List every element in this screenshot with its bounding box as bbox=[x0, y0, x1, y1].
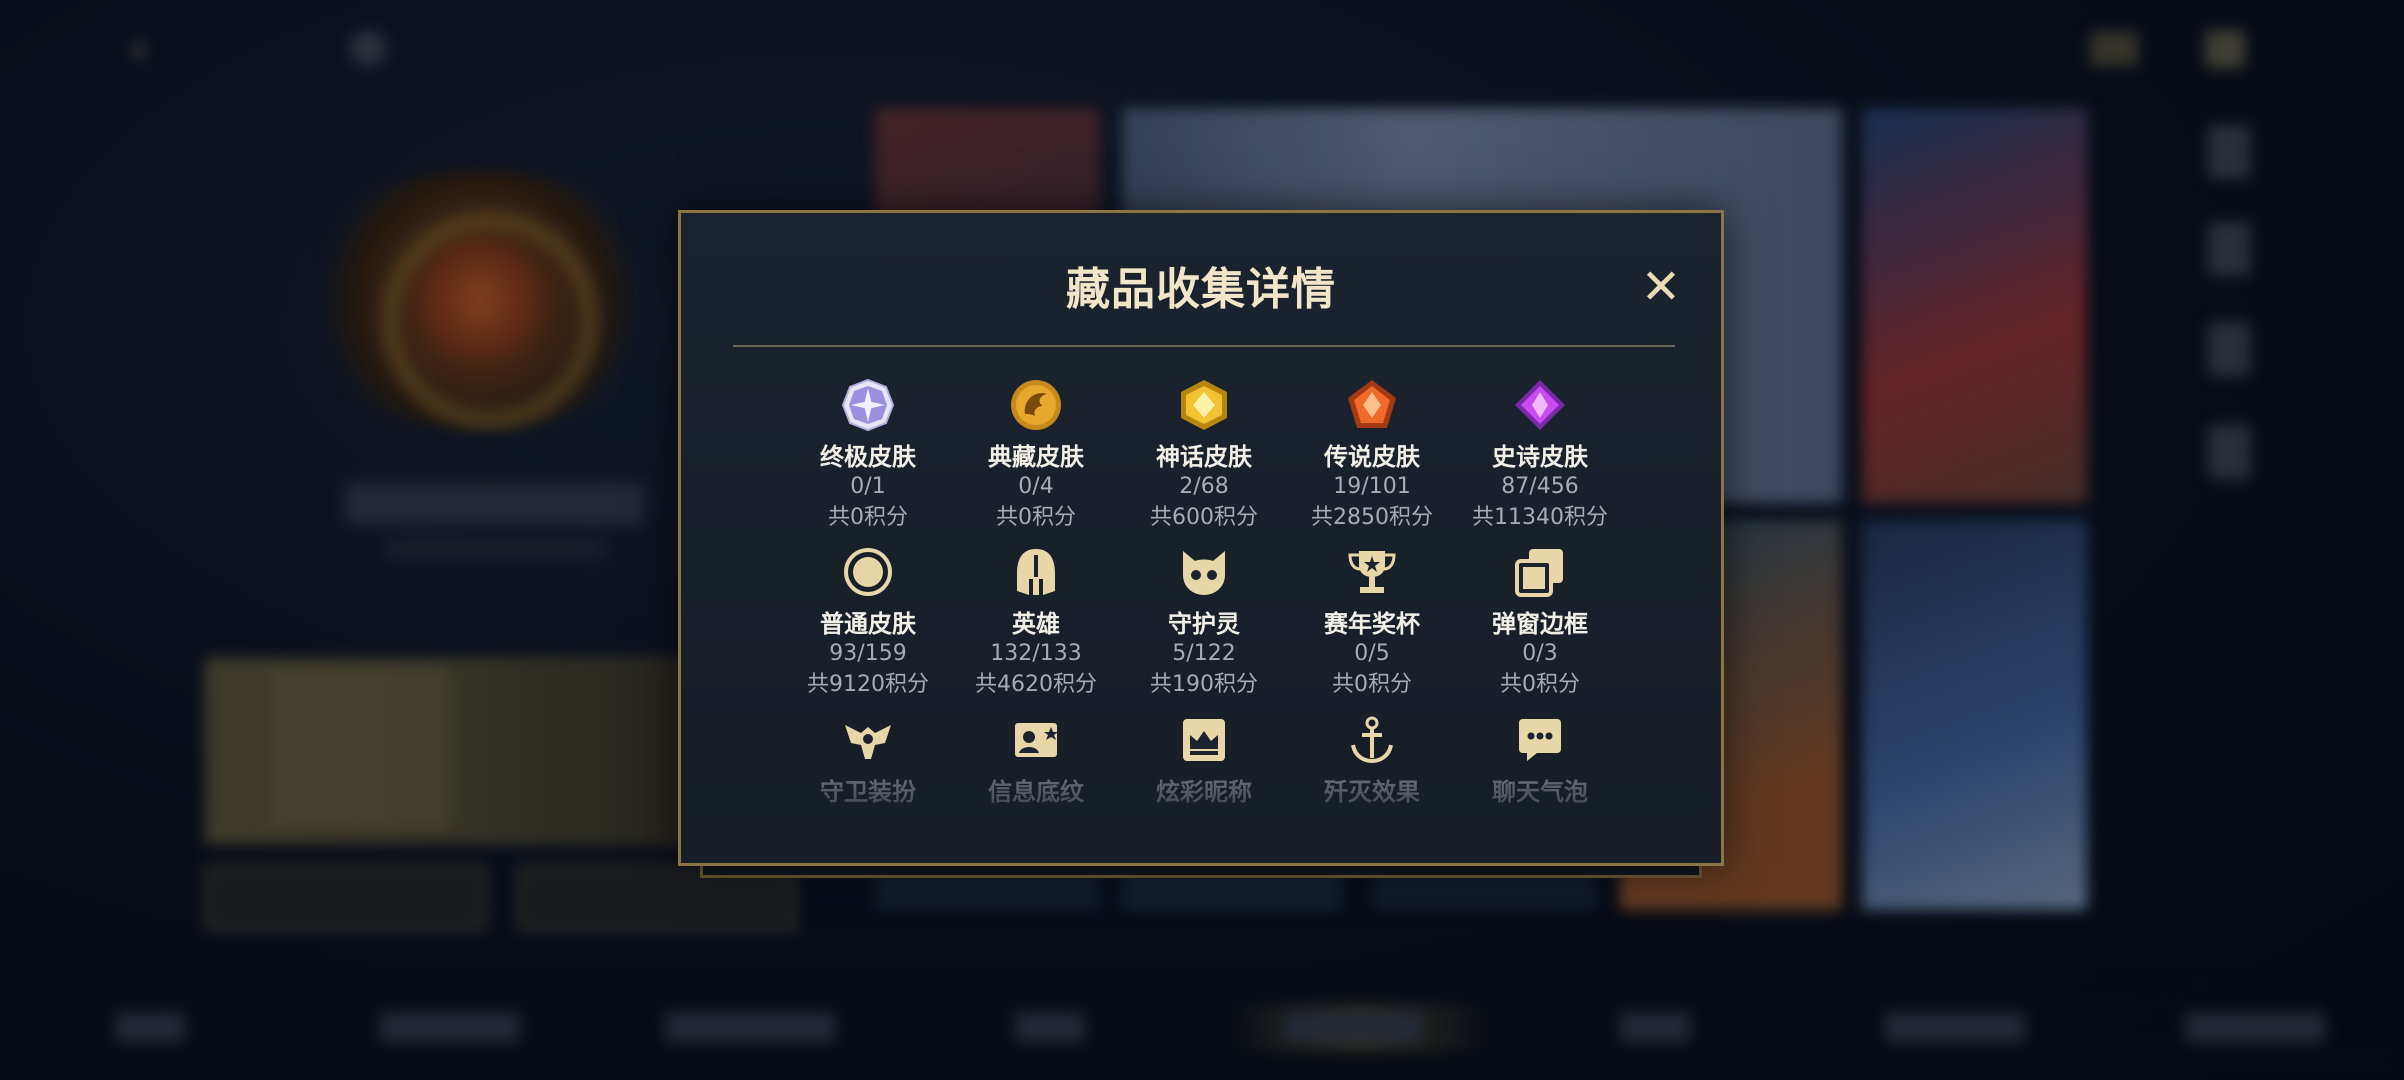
collection-item-popup-frame[interactable]: 弹窗边框 0/3 共0积分 bbox=[1455, 545, 1625, 701]
collection-item-elimination-effect[interactable]: 歼灭效果 bbox=[1287, 713, 1457, 807]
myth-skin-icon bbox=[1181, 380, 1227, 430]
collection-item-chat-bubble[interactable]: 聊天气泡 bbox=[1455, 713, 1625, 807]
hero-helmet-icon bbox=[1017, 549, 1055, 595]
collection-item-ultimate-skin[interactable]: 终极皮肤 0/1 共0积分 bbox=[783, 378, 953, 534]
epic-skin-icon bbox=[1515, 380, 1565, 430]
collection-item-myth-skin[interactable]: 神话皮肤 2/68 共600积分 bbox=[1119, 378, 1289, 534]
elimination-effect-icon bbox=[1351, 716, 1393, 764]
item-name: 守卫装扮 bbox=[820, 778, 916, 806]
trophy-icon bbox=[1348, 551, 1396, 593]
colorful-nickname-icon bbox=[1183, 719, 1225, 761]
collection-item-colorful-nickname[interactable]: 炫彩昵称 bbox=[1119, 713, 1289, 807]
title-divider bbox=[733, 345, 1675, 347]
normal-skin-icon bbox=[844, 548, 892, 596]
item-name: 史诗皮肤 bbox=[1492, 443, 1588, 471]
item-count: 93/159 bbox=[829, 641, 907, 666]
guardian-spirit-icon bbox=[1183, 551, 1225, 595]
item-name: 传说皮肤 bbox=[1324, 443, 1420, 471]
collection-details-modal: 藏品收集详情 ✕ 终极皮肤 0/1 共0积分 典藏皮肤 0/4 共0积分 神话皮… bbox=[678, 210, 1724, 866]
item-points: 共9120积分 bbox=[807, 672, 929, 697]
item-points: 共0积分 bbox=[1500, 672, 1580, 697]
chat-bubble-icon bbox=[1519, 719, 1561, 761]
popup-frame-icon bbox=[1515, 549, 1563, 597]
item-points: 共4620积分 bbox=[975, 672, 1097, 697]
collection-item-hero[interactable]: 英雄 132/133 共4620积分 bbox=[951, 545, 1121, 701]
item-count: 0/1 bbox=[850, 474, 886, 499]
modal-title: 藏品收集详情 bbox=[1066, 264, 1336, 315]
item-name: 神话皮肤 bbox=[1156, 443, 1252, 471]
item-points: 共2850积分 bbox=[1311, 505, 1433, 530]
collection-item-guardian-spirit[interactable]: 守护灵 5/122 共190积分 bbox=[1119, 545, 1289, 701]
item-name: 终极皮肤 bbox=[820, 443, 916, 471]
guard-outfit-icon bbox=[845, 725, 891, 759]
item-name: 聊天气泡 bbox=[1492, 778, 1588, 806]
item-points: 共600积分 bbox=[1150, 505, 1258, 530]
info-background-icon bbox=[1015, 723, 1058, 757]
item-name: 歼灭效果 bbox=[1324, 778, 1420, 806]
item-count: 2/68 bbox=[1179, 474, 1229, 499]
collection-item-season-trophy[interactable]: 赛年奖杯 0/5 共0积分 bbox=[1287, 545, 1457, 701]
item-points: 共190积分 bbox=[1150, 672, 1258, 697]
item-name: 普通皮肤 bbox=[820, 610, 916, 638]
item-count: 132/133 bbox=[990, 641, 1082, 666]
item-count: 0/3 bbox=[1522, 641, 1558, 666]
item-name: 炫彩昵称 bbox=[1156, 778, 1252, 806]
collection-item-collection-skin[interactable]: 典藏皮肤 0/4 共0积分 bbox=[951, 378, 1121, 534]
collection-item-guard-outfit[interactable]: 守卫装扮 bbox=[783, 713, 953, 807]
collection-item-epic-skin[interactable]: 史诗皮肤 87/456 共11340积分 bbox=[1455, 378, 1625, 534]
item-count: 0/4 bbox=[1018, 474, 1054, 499]
item-name: 弹窗边框 bbox=[1492, 610, 1588, 638]
item-name: 赛年奖杯 bbox=[1324, 610, 1420, 638]
item-name: 守护灵 bbox=[1168, 610, 1240, 638]
legend-skin-icon bbox=[1348, 380, 1396, 428]
item-points: 共11340积分 bbox=[1472, 505, 1608, 530]
item-name: 英雄 bbox=[1012, 610, 1060, 638]
collection-item-info-background[interactable]: 信息底纹 bbox=[951, 713, 1121, 807]
collection-skin-icon bbox=[1011, 380, 1061, 430]
ultimate-skin-icon bbox=[841, 378, 895, 432]
item-points: 共0积分 bbox=[1332, 672, 1412, 697]
item-points: 共0积分 bbox=[996, 505, 1076, 530]
item-count: 0/5 bbox=[1354, 641, 1390, 666]
collection-item-normal-skin[interactable]: 普通皮肤 93/159 共9120积分 bbox=[783, 545, 953, 701]
item-count: 19/101 bbox=[1333, 474, 1411, 499]
close-button[interactable]: ✕ bbox=[1633, 259, 1689, 315]
item-count: 87/456 bbox=[1501, 474, 1579, 499]
collection-item-legend-skin[interactable]: 传说皮肤 19/101 共2850积分 bbox=[1287, 378, 1457, 534]
item-count: 5/122 bbox=[1172, 641, 1236, 666]
modal-base-edge bbox=[700, 866, 1702, 878]
item-points: 共0积分 bbox=[828, 505, 908, 530]
item-name: 典藏皮肤 bbox=[988, 443, 1084, 471]
item-name: 信息底纹 bbox=[988, 778, 1084, 806]
